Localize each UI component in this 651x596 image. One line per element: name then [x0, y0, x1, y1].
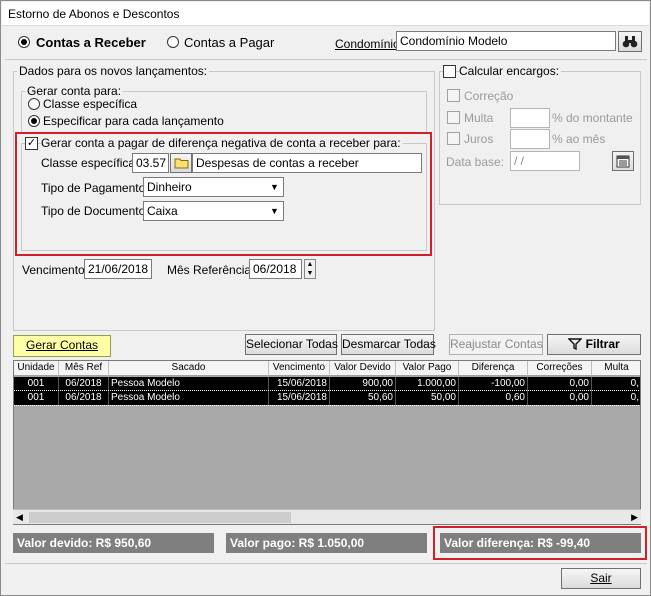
- scroll-thumb[interactable]: [29, 512, 291, 523]
- title-bar: Estorno de Abonos e Descontos: [2, 2, 649, 26]
- radio-contas-pagar[interactable]: [167, 36, 179, 48]
- cell-valor-pago: 1.000,00: [396, 377, 459, 391]
- calendar-icon: [616, 155, 630, 168]
- cell-correcoes: 0,00: [528, 391, 592, 405]
- cell-mes-ref: 06/2018: [59, 391, 109, 405]
- multa-checkbox[interactable]: [447, 111, 460, 124]
- data-base-input[interactable]: / /: [510, 151, 580, 171]
- filtrar-button[interactable]: Filtrar: [547, 334, 641, 355]
- scroll-right-icon[interactable]: ▶: [631, 512, 638, 523]
- highlight-outline: [433, 526, 647, 560]
- multa-unit: % do montante: [552, 111, 633, 125]
- vencimento-input[interactable]: 21/06/2018: [84, 259, 152, 279]
- vencimento-label: Vencimento:: [22, 263, 89, 277]
- cell-multa: 0,: [592, 377, 640, 391]
- binoculars-icon: [622, 36, 638, 48]
- multa-label: Multa: [464, 111, 494, 125]
- selecionar-todas-button[interactable]: Selecionar Todas: [245, 334, 338, 355]
- col-header[interactable]: Mês Ref: [59, 361, 109, 376]
- col-header[interactable]: Valor Pago: [396, 361, 459, 376]
- cell-diferenca: 0,60: [459, 391, 528, 405]
- dados-group-title: Dados para os novos lançamentos:: [17, 64, 210, 78]
- cell-vencimento: 15/06/2018: [269, 377, 330, 391]
- juros-input[interactable]: [510, 129, 550, 149]
- cell-multa: 0,: [592, 391, 640, 405]
- cell-correcoes: 0,00: [528, 377, 592, 391]
- mes-referencia-spinner[interactable]: ▲ ▼: [304, 259, 316, 279]
- radio-classe-especifica[interactable]: [28, 98, 40, 110]
- gerar-para-title: Gerar conta para:: [25, 84, 124, 98]
- data-base-label: Data base:: [446, 155, 505, 169]
- correcao-checkbox[interactable]: [447, 89, 460, 102]
- filtrar-label: Filtrar: [585, 337, 620, 351]
- correcao-label: Correção: [464, 89, 514, 103]
- calcular-encargos-checkbox[interactable]: [443, 65, 456, 78]
- cell-valor-devido: 50,60: [330, 391, 396, 405]
- calcular-encargos-label[interactable]: Calcular encargos:: [459, 64, 562, 78]
- col-header[interactable]: Unidade: [14, 361, 59, 376]
- cell-mes-ref: 06/2018: [59, 377, 109, 391]
- mes-referencia-input[interactable]: 06/2018: [249, 259, 302, 279]
- juros-label: Juros: [464, 132, 494, 146]
- contas-grid[interactable]: Unidade Mês Ref Sacado Vencimento Valor …: [13, 360, 641, 525]
- radio-especificar-cada-label[interactable]: Especificar para cada lançamento: [43, 114, 224, 128]
- window-title: Estorno de Abonos e Descontos: [8, 7, 180, 21]
- col-header[interactable]: Vencimento: [269, 361, 330, 376]
- mes-referencia-label: Mês Referência:: [167, 263, 255, 277]
- col-header[interactable]: Sacado: [109, 361, 269, 376]
- gerar-contas-button[interactable]: Gerar Contas: [13, 335, 111, 357]
- valor-pago-total: Valor pago: R$ 1.050,00: [226, 533, 427, 553]
- radio-especificar-cada[interactable]: [28, 115, 40, 127]
- multa-input[interactable]: [510, 108, 550, 128]
- col-header[interactable]: Multa: [592, 361, 640, 376]
- highlight-outline: [15, 132, 432, 256]
- cell-vencimento: 15/06/2018: [269, 391, 330, 405]
- condominio-label: Condomínio:: [335, 37, 404, 51]
- filter-icon: [567, 338, 584, 351]
- cell-sacado: Pessoa Modelo: [109, 377, 269, 391]
- cell-unidade: 001: [14, 391, 59, 405]
- divider: [5, 59, 647, 60]
- desmarcar-todas-button[interactable]: Desmarcar Todas: [341, 334, 436, 355]
- cell-unidade: 001: [14, 377, 59, 391]
- radio-contas-pagar-label[interactable]: Contas a Pagar: [184, 35, 274, 50]
- reajustar-contas-button[interactable]: Reajustar Contas: [449, 334, 543, 355]
- col-header[interactable]: Diferença: [459, 361, 528, 376]
- cell-valor-pago: 50,00: [396, 391, 459, 405]
- calendar-button[interactable]: [612, 151, 634, 171]
- radio-contas-receber-label[interactable]: Contas a Receber: [36, 35, 146, 50]
- horizontal-scrollbar[interactable]: ◀ ▶: [13, 509, 641, 524]
- sair-button[interactable]: Sair: [561, 568, 641, 589]
- radio-contas-receber[interactable]: [18, 36, 30, 48]
- scroll-left-icon[interactable]: ◀: [16, 512, 23, 523]
- juros-checkbox[interactable]: [447, 132, 460, 145]
- col-header[interactable]: Correções: [528, 361, 592, 376]
- valor-devido-total: Valor devido: R$ 950,60: [13, 533, 214, 553]
- condominio-input[interactable]: Condomínio Modelo: [396, 31, 616, 51]
- table-row[interactable]: 001 06/2018 Pessoa Modelo 15/06/2018 900…: [14, 377, 640, 391]
- cell-valor-devido: 900,00: [330, 377, 396, 391]
- divider: [5, 563, 647, 564]
- juros-unit: % ao mês: [552, 132, 606, 146]
- table-row[interactable]: 001 06/2018 Pessoa Modelo 15/06/2018 50,…: [14, 390, 640, 406]
- radio-classe-especifica-label[interactable]: Classe específica: [43, 97, 137, 111]
- cell-sacado: Pessoa Modelo: [109, 391, 269, 405]
- cell-diferenca: -100,00: [459, 377, 528, 391]
- main-window: Estorno de Abonos e Descontos Contas a R…: [0, 0, 651, 596]
- col-header[interactable]: Valor Devido: [330, 361, 396, 376]
- search-condominio-button[interactable]: [618, 31, 642, 52]
